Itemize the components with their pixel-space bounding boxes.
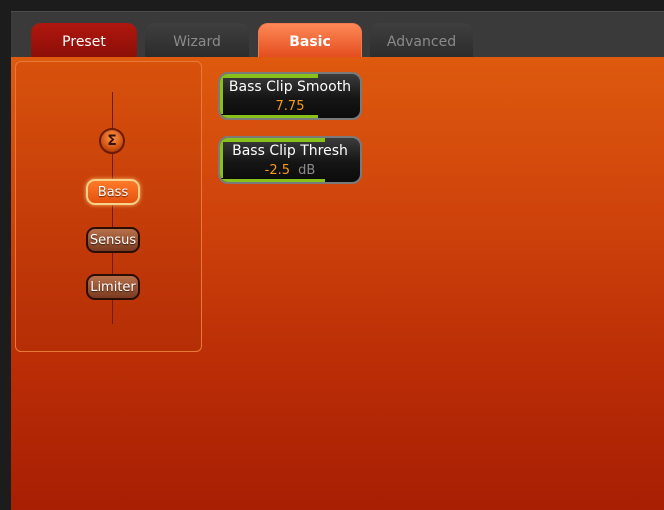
tab-preset-label: Preset bbox=[62, 34, 106, 50]
param-name: Bass Clip Thresh bbox=[232, 143, 348, 159]
param-value: 7.75 bbox=[275, 99, 305, 114]
value-fill-bottom bbox=[220, 179, 325, 182]
tab-basic[interactable]: Basic bbox=[258, 23, 362, 59]
value-fill-indicator bbox=[220, 74, 318, 78]
module-limiter-label: Limiter bbox=[90, 279, 136, 295]
module-bass-label: Bass bbox=[97, 184, 129, 200]
module-chain-panel: Σ Bass Sensus Limiter bbox=[15, 61, 202, 352]
tab-wizard[interactable]: Wizard bbox=[145, 23, 249, 59]
sigma-symbol: Σ bbox=[107, 133, 117, 149]
param-value: -2.5 bbox=[264, 163, 291, 178]
param-unit: dB bbox=[298, 163, 316, 178]
value-fill-indicator bbox=[220, 138, 325, 142]
module-limiter-button[interactable]: Limiter bbox=[86, 274, 140, 300]
module-bass-button[interactable]: Bass bbox=[86, 179, 140, 205]
module-sensus-button[interactable]: Sensus bbox=[86, 227, 140, 253]
bass-clip-smooth-knob[interactable]: Bass Clip Smooth 7.75 bbox=[218, 72, 362, 120]
tab-bar: Preset Wizard Basic Advanced bbox=[11, 11, 664, 59]
param-value-row: -2.5 dB bbox=[220, 163, 360, 178]
value-fill-bottom bbox=[220, 115, 318, 118]
param-value-row: 7.75 bbox=[220, 99, 360, 114]
tab-basic-label: Basic bbox=[289, 34, 331, 50]
bass-clip-thresh-knob[interactable]: Bass Clip Thresh -2.5 dB bbox=[218, 136, 362, 184]
tab-advanced-label: Advanced bbox=[386, 34, 457, 50]
module-sensus-label: Sensus bbox=[89, 232, 137, 248]
tab-advanced[interactable]: Advanced bbox=[370, 23, 473, 59]
tab-preset[interactable]: Preset bbox=[31, 23, 137, 59]
tab-wizard-label: Wizard bbox=[173, 34, 221, 50]
sigma-icon[interactable]: Σ bbox=[99, 128, 125, 154]
param-name: Bass Clip Smooth bbox=[228, 79, 352, 95]
main-panel: Σ Bass Sensus Limiter Bass Clip Smooth 7… bbox=[11, 57, 664, 510]
